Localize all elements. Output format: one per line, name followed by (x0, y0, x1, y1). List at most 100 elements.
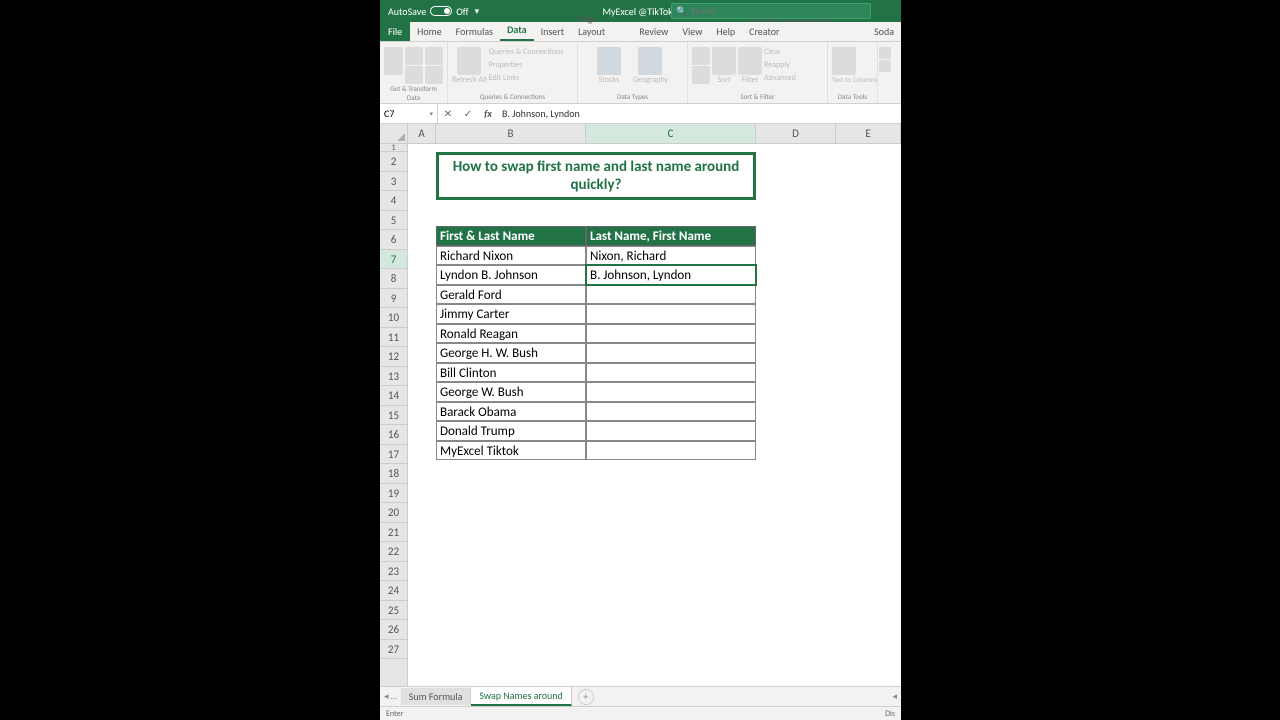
row-header-2[interactable]: 2 (380, 152, 407, 172)
cell-c16[interactable] (586, 441, 756, 461)
cell-b11[interactable]: George H. W. Bush (436, 343, 586, 363)
cell-b7[interactable]: Lyndon B. Johnson (436, 265, 586, 285)
row-header-6[interactable]: 6 (380, 230, 407, 250)
cell-c13[interactable] (586, 382, 756, 402)
cells-area[interactable]: How to swap first name and last name aro… (408, 144, 901, 686)
sheet-tab-sum[interactable]: Sum Formula (401, 688, 472, 705)
tab-insert[interactable]: Insert (534, 22, 572, 41)
row-header-16[interactable]: 16 (380, 425, 407, 445)
row-header-1[interactable]: 1 (380, 144, 407, 152)
cell-b9[interactable]: Jimmy Carter (436, 304, 586, 324)
tab-review[interactable]: Review (632, 22, 675, 41)
enter-button[interactable]: ✓ (458, 107, 478, 120)
cell-b14[interactable]: Barack Obama (436, 402, 586, 422)
row-header-7[interactable]: 7 (380, 250, 407, 270)
row-header-5[interactable]: 5 (380, 211, 407, 231)
from-text-icon[interactable] (405, 47, 423, 65)
cell-b8[interactable]: Gerald Ford (436, 285, 586, 305)
cell-b12[interactable]: Bill Clinton (436, 363, 586, 383)
search-box[interactable]: 🔍 (671, 3, 871, 19)
cell-b13[interactable]: George W. Bush (436, 382, 586, 402)
row-header-17[interactable]: 17 (380, 445, 407, 465)
queries-item[interactable]: Queries & Connections (489, 47, 564, 57)
name-box[interactable]: C7 (380, 104, 438, 123)
row-header-8[interactable]: 8 (380, 269, 407, 289)
col-header-b[interactable]: B (436, 124, 586, 143)
autosave-toggle[interactable]: AutoSave Off (388, 5, 469, 18)
row-header-23[interactable]: 23 (380, 562, 407, 582)
formula-input[interactable]: B. Johnson, Lyndon (498, 107, 901, 120)
sort-asc-icon[interactable] (692, 47, 710, 65)
cell-b6[interactable]: Richard Nixon (436, 246, 586, 266)
from-web-icon[interactable] (405, 66, 423, 84)
properties-item[interactable]: Properties (489, 60, 564, 70)
flash-fill-icon[interactable] (879, 47, 891, 59)
cell-c9[interactable] (586, 304, 756, 324)
row-header-22[interactable]: 22 (380, 542, 407, 562)
cell-b16[interactable]: MyExcel Tiktok (436, 441, 586, 461)
search-input[interactable] (691, 6, 866, 17)
table-header-b[interactable]: First & Last Name (436, 226, 586, 246)
cell-c8[interactable] (586, 285, 756, 305)
row-header-27[interactable]: 27 (380, 640, 407, 660)
document-title[interactable]: MyExcel @TikTok (602, 5, 678, 18)
edit-links-item[interactable]: Edit Links (489, 73, 564, 83)
sheet-nav[interactable]: ◂… (380, 691, 401, 702)
row-header-15[interactable]: 15 (380, 406, 407, 426)
cancel-button[interactable]: ✕ (438, 107, 458, 120)
row-header-4[interactable]: 4 (380, 191, 407, 211)
row-header-12[interactable]: 12 (380, 347, 407, 367)
cell-b15[interactable]: Donald Trump (436, 421, 586, 441)
col-header-d[interactable]: D (756, 124, 836, 143)
nav-first-icon[interactable]: ◂ (384, 691, 389, 702)
title-banner[interactable]: How to swap first name and last name aro… (436, 152, 756, 200)
row-header-9[interactable]: 9 (380, 289, 407, 309)
row-header-20[interactable]: 20 (380, 503, 407, 523)
cell-c6[interactable]: Nixon, Richard (586, 246, 756, 266)
tab-formulas[interactable]: Formulas (449, 22, 500, 41)
row-header-14[interactable]: 14 (380, 386, 407, 406)
sort-desc-icon[interactable] (692, 66, 710, 84)
row-header-18[interactable]: 18 (380, 464, 407, 484)
cell-c12[interactable] (586, 363, 756, 383)
recent-icon[interactable] (425, 66, 443, 84)
text-to-columns-icon[interactable] (832, 47, 856, 75)
tab-home[interactable]: Home (410, 22, 448, 41)
filter-icon[interactable] (738, 47, 762, 75)
cell-c7[interactable]: B. Johnson, Lyndon (586, 265, 756, 285)
qat-customize-icon[interactable]: ▾ (475, 6, 480, 17)
cell-c10[interactable] (586, 324, 756, 344)
from-table-icon[interactable] (425, 47, 443, 65)
stocks-icon[interactable] (597, 47, 621, 75)
get-data-icon[interactable] (384, 47, 403, 75)
row-header-11[interactable]: 11 (380, 328, 407, 348)
tab-soda[interactable]: Soda (867, 22, 901, 41)
tab-data[interactable]: Data (500, 20, 533, 41)
select-all-button[interactable] (380, 124, 408, 144)
fx-icon[interactable]: fx (478, 107, 498, 120)
spreadsheet-grid[interactable]: A B C D E 123456789101112131415161718192… (380, 124, 901, 686)
col-header-a[interactable]: A (408, 124, 436, 143)
sheet-tab-swap[interactable]: Swap Names around (471, 687, 571, 706)
clear-item[interactable]: Clear (764, 47, 796, 57)
add-sheet-button[interactable]: + (578, 689, 594, 705)
table-header-c[interactable]: Last Name, First Name (586, 226, 756, 246)
col-header-c[interactable]: C (586, 124, 756, 143)
nav-prev-icon[interactable]: … (391, 691, 397, 702)
remove-dup-icon[interactable] (879, 60, 891, 72)
sheet-scroll-icon[interactable]: ◂ (892, 691, 897, 702)
row-header-19[interactable]: 19 (380, 484, 407, 504)
row-header-25[interactable]: 25 (380, 601, 407, 621)
tab-help[interactable]: Help (709, 22, 742, 41)
cell-c14[interactable] (586, 402, 756, 422)
cell-c15[interactable] (586, 421, 756, 441)
row-header-26[interactable]: 26 (380, 620, 407, 640)
tab-file[interactable]: File (380, 22, 410, 41)
row-header-10[interactable]: 10 (380, 308, 407, 328)
row-header-21[interactable]: 21 (380, 523, 407, 543)
cell-c11[interactable] (586, 343, 756, 363)
col-header-e[interactable]: E (836, 124, 901, 143)
refresh-icon[interactable] (457, 47, 481, 75)
geography-icon[interactable] (638, 47, 662, 75)
cell-b10[interactable]: Ronald Reagan (436, 324, 586, 344)
